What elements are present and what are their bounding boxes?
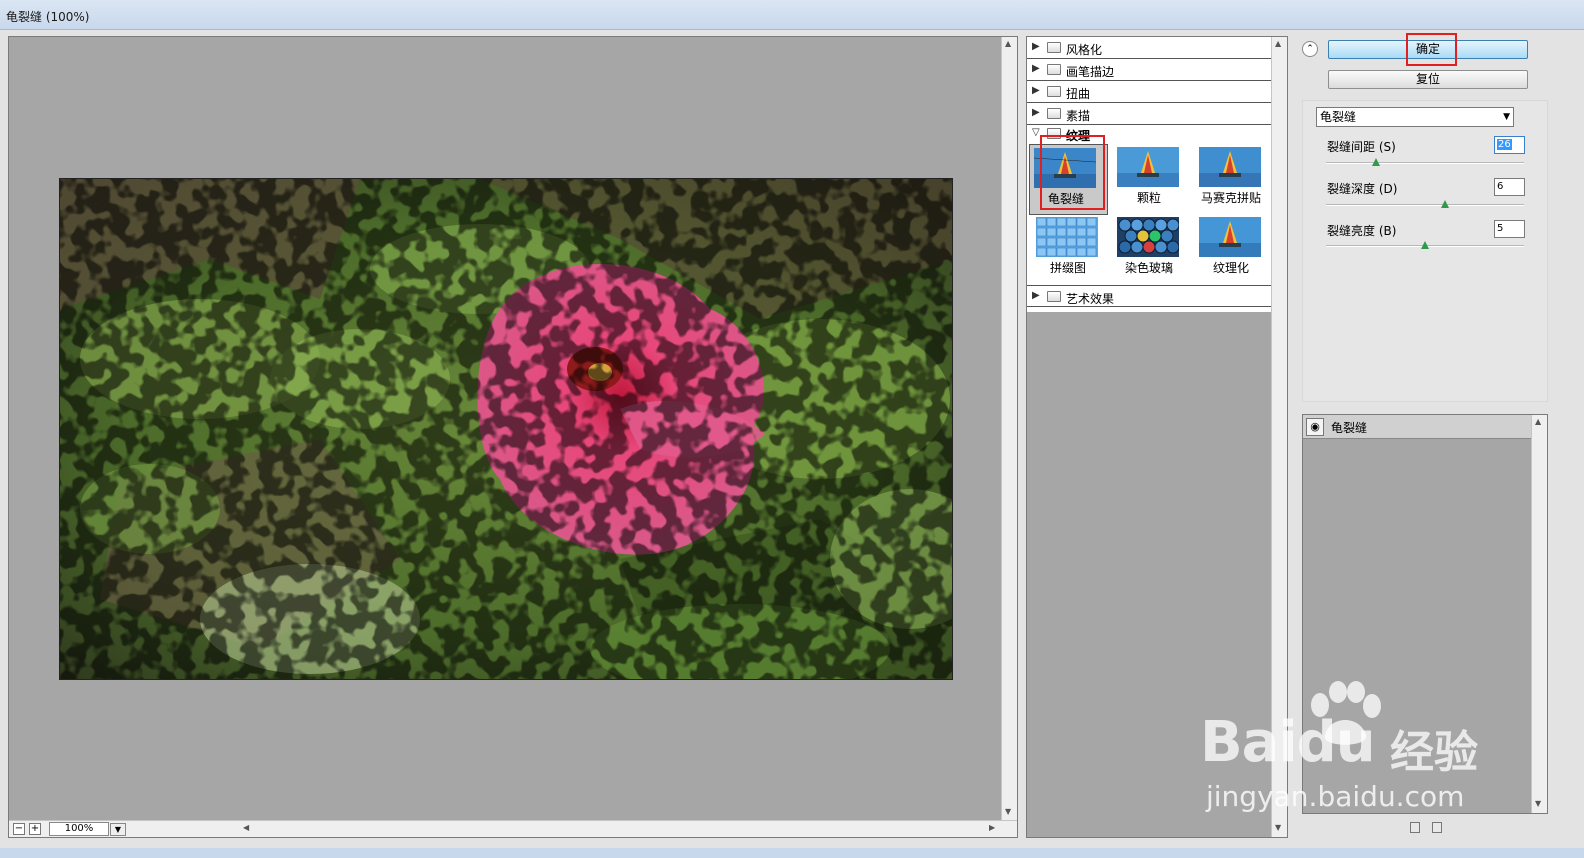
new-effect-layer-icon[interactable] [1410,822,1420,833]
folder-icon [1047,291,1061,302]
thumbnail-image [1036,217,1098,257]
thumb-texturizer[interactable]: 纹理化 [1195,214,1261,276]
zoom-out-button[interactable]: − [13,823,25,835]
effect-layer-label: 龟裂缝 [1331,421,1368,435]
thumbnail-label: 颗粒 [1136,191,1161,205]
expand-arrow-icon[interactable]: ▶ [1032,63,1040,74]
chevron-down-icon: ▼ [1503,112,1510,122]
thumbnail-image [1117,147,1179,187]
zoom-in-button[interactable]: + [29,823,41,835]
category-label: 风格化 [1066,43,1103,57]
filter-select-value: 龟裂缝 [1320,110,1357,124]
scroll-left-icon[interactable]: ◀ [243,823,249,832]
window-bottom-border [0,848,1584,858]
category-brush-strokes[interactable]: ▶ 画笔描边 [1027,59,1272,81]
thumbnail-label: 染色玻璃 [1124,261,1173,275]
category-stylize[interactable]: ▶ 风格化 [1027,37,1272,59]
sailboat-thumbnail [1117,147,1179,187]
preview-image [59,178,953,680]
category-distort[interactable]: ▶ 扭曲 [1027,81,1272,103]
folder-icon [1047,64,1061,75]
highlight-ok-annotation [1406,33,1457,66]
folder-icon [1047,86,1061,97]
scroll-up-icon[interactable]: ▲ [1535,417,1541,426]
layers-scrollbar[interactable]: ▲ ▼ [1531,415,1547,813]
filter-select[interactable]: 龟裂缝 ▼ [1316,107,1514,127]
scroll-down-icon[interactable]: ▼ [1005,807,1011,816]
category-label: 素描 [1066,109,1091,123]
thumb-patchwork[interactable]: 拼缀图 [1032,214,1098,276]
category-sketch[interactable]: ▶ 素描 [1027,103,1272,125]
crack-depth-slider-thumb[interactable] [1440,200,1449,208]
folder-icon [1047,42,1061,53]
sailboat-thumbnail [1199,217,1261,257]
sailboat-thumbnail [1199,147,1261,187]
delete-effect-layer-icon[interactable] [1432,822,1442,833]
crack-depth-slider[interactable] [1326,204,1524,206]
preview-vertical-scrollbar[interactable]: ▲ ▼ [1001,37,1017,820]
thumbnail-label: 马赛克拼贴 [1200,191,1261,205]
crack-brightness-label: 裂缝亮度 (B) [1327,224,1397,238]
gallery-scrollbar[interactable]: ▲ ▼ [1271,37,1287,837]
crack-spacing-input[interactable]: 26 [1494,136,1525,154]
highlight-thumbnail-annotation [1040,135,1105,210]
preview-footer: − + 100% ▼ ◀ ▶ [9,820,1017,837]
thumbnail-image [1199,147,1261,187]
crack-spacing-label: 裂缝间距 (S) [1327,140,1396,154]
preview-pane[interactable]: ▲ ▼ − + 100% ▼ ◀ ▶ [8,36,1018,838]
crack-depth-label: 裂缝深度 (D) [1327,182,1398,196]
expand-arrow-icon[interactable]: ▶ [1032,85,1040,96]
crack-brightness-slider-thumb[interactable] [1421,241,1429,249]
reset-button[interactable]: 复位 [1328,70,1528,89]
category-label: 艺术效果 [1066,292,1115,306]
zoom-dropdown-button[interactable]: ▼ [110,823,126,836]
category-label: 画笔描边 [1066,65,1115,79]
scroll-up-icon[interactable]: ▲ [1005,39,1011,48]
effect-layers-panel [1302,414,1548,814]
effect-layer-row[interactable]: ◉ 龟裂缝 [1303,415,1531,439]
eye-icon[interactable]: ◉ [1306,418,1324,436]
title-bar: 龟裂缝 (100%) [0,0,1584,30]
thumbnail-label: 纹理化 [1212,261,1249,275]
thumbnail-label: 拼缀图 [1049,261,1086,275]
thumbnail-image [1199,217,1261,257]
preview-horizontal-scrollbar[interactable]: ◀ ▶ [241,823,1001,835]
collapse-gallery-icon[interactable]: ⌃ [1302,41,1318,57]
crack-brightness-input[interactable]: 5 [1494,220,1525,238]
expand-arrow-icon[interactable]: ▶ [1032,41,1040,52]
craquelure-photo [60,179,952,679]
patchwork-thumbnail [1036,217,1098,257]
expand-arrow-icon[interactable]: ▶ [1032,290,1040,301]
zoom-level-field[interactable]: 100% [49,822,109,836]
scroll-down-icon[interactable]: ▼ [1275,823,1281,832]
category-label: 扭曲 [1066,87,1091,101]
category-artistic[interactable]: ▶ 艺术效果 [1027,285,1272,307]
thumbnail-image [1117,217,1179,257]
crack-spacing-value: 26 [1497,139,1512,150]
thumb-stained-glass[interactable]: 染色玻璃 [1113,214,1179,276]
scroll-down-icon[interactable]: ▼ [1535,799,1541,808]
folder-icon [1047,108,1061,119]
crack-spacing-slider-thumb[interactable] [1371,158,1380,166]
scroll-up-icon[interactable]: ▲ [1275,39,1281,48]
crack-spacing-slider[interactable] [1326,162,1524,164]
expand-arrow-icon[interactable]: ▶ [1032,107,1040,118]
thumb-grain[interactable]: 颗粒 [1113,144,1179,206]
chevron-down-icon: ▼ [114,825,122,834]
scroll-right-icon[interactable]: ▶ [989,823,995,832]
window-title: 龟裂缝 (100%) [6,10,90,24]
preview-canvas[interactable] [9,37,1002,820]
thumb-mosaic-tiles[interactable]: 马赛克拼贴 [1195,144,1261,206]
collapse-arrow-icon[interactable]: ▽ [1032,127,1040,138]
crack-depth-input[interactable]: 6 [1494,178,1525,196]
stained-glass-thumbnail [1117,217,1179,257]
